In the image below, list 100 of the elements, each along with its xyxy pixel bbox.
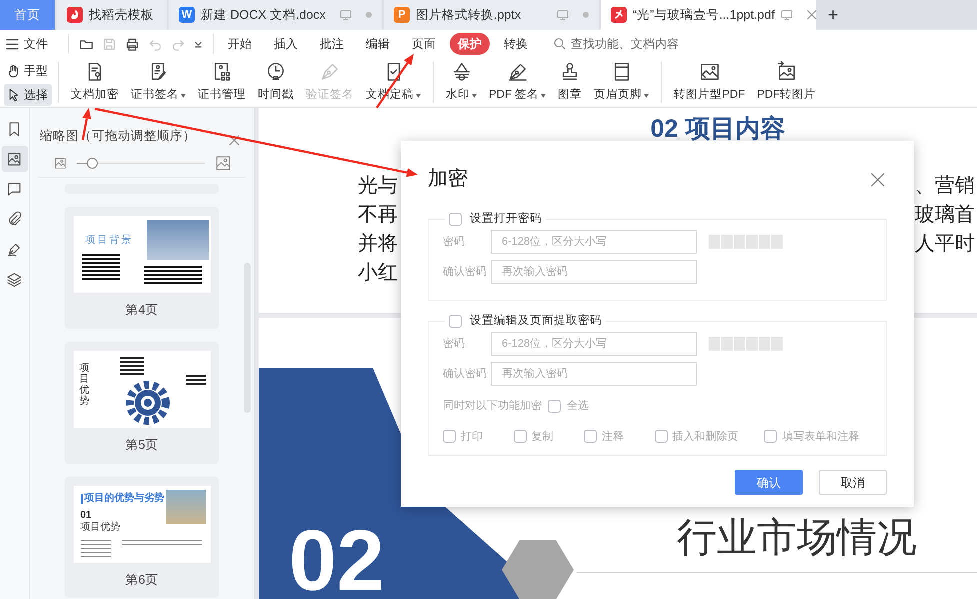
thumbnail-card[interactable]: 项目优势 第5页 (65, 342, 219, 464)
slide-subheading: 项目优势 (80, 522, 120, 532)
chevron-down-icon[interactable] (194, 40, 203, 48)
menu-tab[interactable]: 保护 (450, 33, 490, 55)
toolbar-button[interactable]: 图章 (552, 58, 588, 107)
dialog-title: 加密 (428, 167, 468, 192)
dot-icon (366, 12, 372, 18)
cursor-icon (7, 88, 21, 102)
menu-tab[interactable]: 插入 (266, 33, 306, 55)
new-tab-button[interactable]: + (818, 0, 849, 30)
checkbox-label: 填写表单和注释 (782, 430, 860, 444)
toolbar-button[interactable]: 证书签名 (125, 58, 192, 107)
caret-icon (644, 94, 650, 98)
toolbar-button[interactable]: PDF 签名 (483, 58, 552, 107)
body-text: 小红 (358, 261, 398, 286)
layers-icon (6, 270, 23, 288)
slider-thumb[interactable] (87, 158, 98, 169)
body-text: 玻璃首 (915, 203, 975, 228)
checkbox-label: 设置编辑及页面提取密码 (470, 316, 602, 328)
menu-tab[interactable]: 开始 (220, 33, 260, 55)
cancel-button[interactable]: 取消 (819, 470, 887, 495)
body-text: 并将 (358, 232, 398, 257)
search-field[interactable]: 查找功能、文档内容 (569, 34, 699, 54)
checkbox-label: 全选 (567, 399, 589, 414)
comment-icon (6, 180, 23, 198)
search-icon (554, 38, 566, 50)
checkbox[interactable] (443, 430, 456, 444)
window-tab[interactable]: “光”与玻璃壹号...1ppt.pdf (601, 0, 816, 30)
monitor-icon (340, 10, 352, 20)
slide-number: 01 (80, 510, 92, 520)
checkbox[interactable] (584, 430, 598, 444)
sidebar-tab[interactable] (2, 146, 28, 172)
thumbnail-card[interactable]: 项目的优势与劣势 01 项目优势 第6页 (65, 476, 219, 598)
image-icon (6, 150, 23, 168)
toolbar-button[interactable]: 页眉页脚 (588, 58, 656, 107)
thumbnail-label: 第4页 (126, 302, 158, 319)
slide-heading: 项目优势 (80, 362, 90, 407)
menu-tab[interactable]: 转换 (496, 33, 536, 55)
field-label: 确认密码 (443, 366, 488, 382)
monitor-icon (557, 10, 569, 20)
checkbox-label: 设置打开密码 (470, 214, 542, 226)
pdf-logo-icon (611, 7, 627, 23)
toolbar-button[interactable]: PDF转图片 (751, 58, 822, 107)
confirm-button[interactable]: 确认 (735, 470, 803, 495)
close-icon[interactable] (806, 10, 817, 20)
close-icon[interactable] (229, 135, 240, 146)
caret-icon (472, 94, 477, 98)
caret-icon (416, 94, 421, 98)
window-tab[interactable]: 找稻壳模板 (57, 0, 167, 30)
field-label: 密码 (443, 336, 466, 352)
caret-icon (181, 94, 186, 98)
caret-icon (541, 94, 546, 98)
checkbox[interactable] (449, 213, 462, 226)
mode-button[interactable]: 手型 (4, 60, 52, 82)
mode-button[interactable]: 选择 (4, 84, 52, 106)
section-number: 02 (289, 518, 385, 599)
checkbox-label: 注释 (602, 430, 624, 444)
file-menu-button[interactable]: 文件 (6, 33, 56, 55)
checkbox[interactable] (449, 315, 462, 328)
thumbnail-label: 第5页 (126, 436, 158, 454)
checkbox[interactable] (514, 430, 527, 444)
menu-tab[interactable]: 页面 (404, 33, 444, 55)
toolbar-button[interactable]: 水印 (440, 58, 483, 107)
field-label: 密码 (443, 234, 466, 250)
slides-logo-icon: P (394, 7, 410, 23)
window-tab[interactable]: W 新建 DOCX 文档.docx (169, 0, 382, 30)
option-label: 同时对以下功能加密 (443, 398, 542, 414)
toolbar-button[interactable]: 转图片型PDF (668, 58, 752, 107)
checkbox[interactable] (764, 430, 778, 444)
body-text: 人平时 (915, 232, 975, 257)
dot-icon (583, 12, 589, 18)
flame-logo-icon (67, 7, 83, 23)
checkbox-label: 复制 (532, 430, 554, 444)
body-text: 光与 (358, 174, 398, 199)
text-block-drawing (144, 266, 202, 286)
thumbnail-card[interactable]: 项目背景 第4页 (65, 207, 219, 329)
checkbox[interactable] (548, 400, 561, 413)
window-tab[interactable]: P 图片格式转换.pptx (384, 0, 599, 30)
checkbox-label: 插入和删除页 (672, 430, 739, 444)
slide-heading: 项目背景 (86, 236, 134, 246)
field-label: 确认密码 (443, 264, 488, 280)
toolbar-button[interactable]: 时间戳 (252, 58, 300, 107)
photo-placeholder (166, 490, 206, 524)
monitor-icon (780, 10, 793, 20)
toolbar-button[interactable]: 证书管理 (192, 58, 252, 107)
body-text: 不再 (358, 203, 398, 228)
section-title: 行业市场情况 (677, 515, 917, 562)
image-icon (776, 60, 798, 83)
annotation-arrow (82, 108, 92, 140)
menu-tab[interactable]: 编辑 (358, 33, 398, 55)
menu-tab[interactable]: 批注 (312, 33, 352, 55)
panel-title: 缩略图（可拖动调整顺序） (40, 128, 196, 146)
word-logo-icon: W (179, 7, 195, 23)
large-image-icon (215, 155, 232, 172)
clock-icon (265, 60, 287, 83)
toolbar-button[interactable]: 文档加密 (65, 58, 125, 107)
print-icon[interactable] (125, 36, 140, 52)
page-heading: 02 项目内容 (650, 114, 786, 144)
body-text: 、营销 (915, 174, 975, 199)
checkbox[interactable] (654, 430, 668, 444)
